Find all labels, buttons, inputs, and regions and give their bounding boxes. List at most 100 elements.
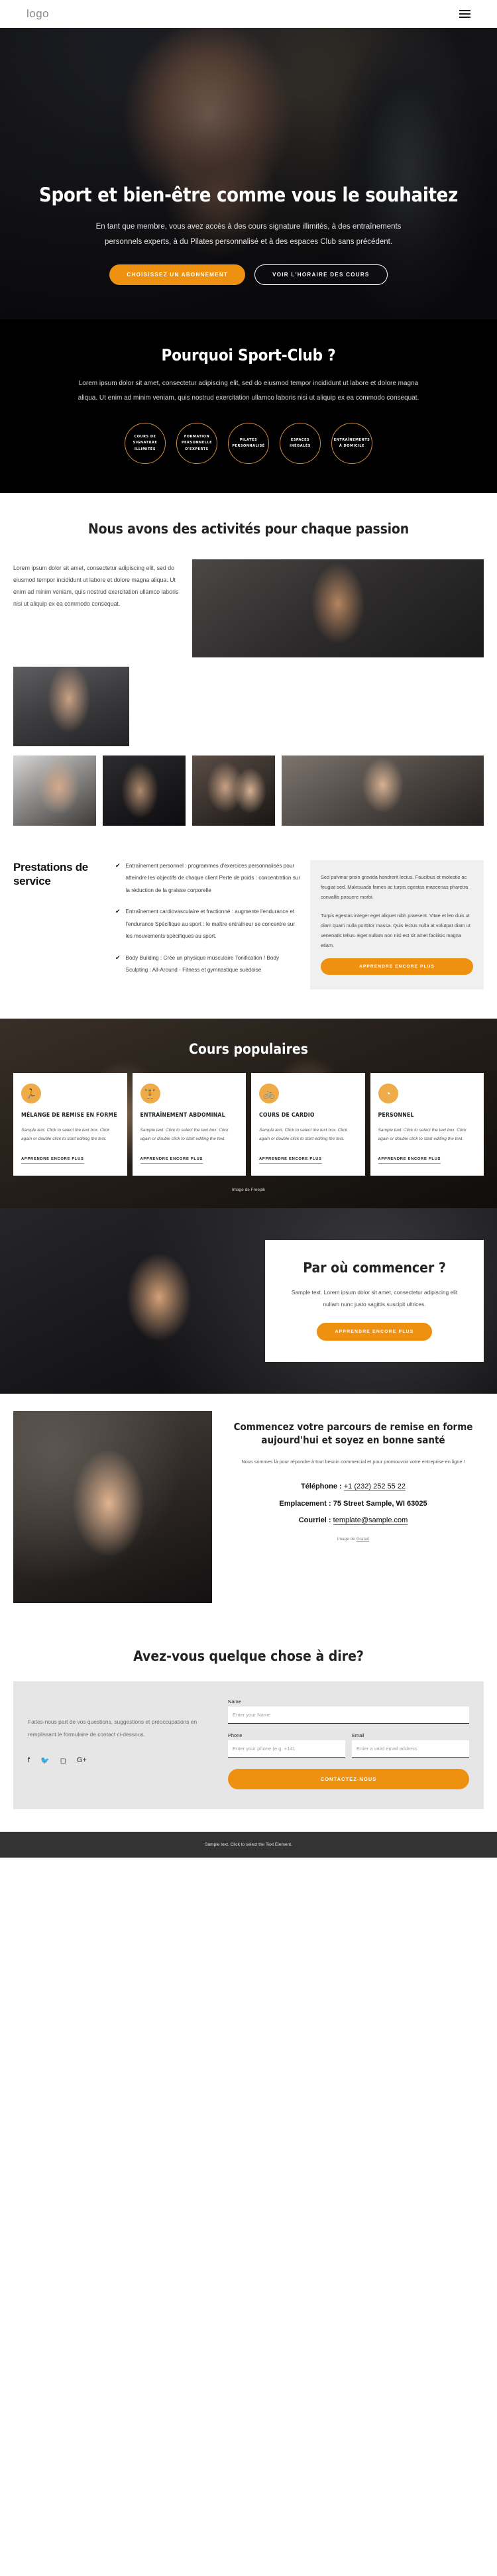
class-card-title: Personnel	[378, 1112, 414, 1119]
check-icon: ✔	[115, 862, 121, 869]
google-plus-icon[interactable]: G+	[77, 1756, 87, 1764]
class-card[interactable]: ◔ Personnel Sample text. Click to select…	[370, 1073, 484, 1176]
phone-input[interactable]	[228, 1740, 345, 1758]
contact-location-value: 75 Street Sample, WI 63025	[333, 1499, 427, 1508]
credit-link[interactable]: Gratuit	[357, 1537, 370, 1541]
contact-form-section: Avez-vous quelque chose à dire? Faites-n…	[0, 1623, 497, 1810]
runner-icon: 🏃	[21, 1084, 41, 1104]
contact-phone-label: Téléphone :	[300, 1483, 342, 1491]
get-started-button[interactable]: Apprendre encore plus	[316, 1322, 433, 1341]
service-item: ✔ Entraînement personnel : programmes d'…	[115, 860, 301, 897]
burger-line	[459, 13, 470, 15]
instagram-icon[interactable]: ◻	[60, 1756, 66, 1765]
site-header: logo	[0, 0, 497, 28]
burger-line	[459, 17, 470, 18]
activities-thumb-2	[103, 756, 186, 826]
popular-image-credit: Image de Freepik	[231, 1188, 266, 1193]
contact-phone-value[interactable]: +1 (232) 252 55 22	[343, 1483, 406, 1492]
activities-image-secondary	[13, 667, 129, 746]
site-footer: Sample text. Click to select the Text El…	[0, 1832, 497, 1858]
badge-signature-classes[interactable]: Cours de signature illimités	[125, 423, 166, 464]
activities-main-image	[192, 559, 484, 657]
class-card-title: Cours de cardio	[259, 1112, 315, 1119]
twitter-icon[interactable]: 🐦	[40, 1756, 50, 1765]
name-label: Name	[228, 1699, 241, 1705]
badge-pilates[interactable]: Pilates personnalisé	[228, 423, 269, 464]
service-item-text: Body Building : Crée un physique muscula…	[125, 954, 280, 974]
get-started-card: Par où commencer ? Sample text. Lorem ip…	[265, 1240, 484, 1362]
contact-email-label: Courriel :	[298, 1516, 331, 1524]
check-icon: ✔	[115, 954, 121, 961]
hero-buttons: Choisissez un abonnement Voir l'horaire …	[109, 264, 388, 285]
contact-email-line: Courriel : template@sample.com	[227, 1514, 480, 1528]
contact-phone-line: Téléphone : +1 (232) 252 55 22	[227, 1480, 480, 1494]
get-started-section: Par où commencer ? Sample text. Lorem ip…	[0, 1208, 497, 1394]
contact-email-value[interactable]: template@sample.com	[333, 1516, 408, 1525]
class-card[interactable]: 🏋 Entraînement abdominal Sample text. Cl…	[132, 1073, 246, 1176]
class-card[interactable]: 🚲 Cours de cardio Sample text. Click to …	[251, 1073, 365, 1176]
get-started-title: Par où commencer ?	[303, 1260, 446, 1276]
badge-home-training[interactable]: Entraînements à domicile	[331, 423, 372, 464]
contact-title: Commencez votre parcours de remise en fo…	[233, 1421, 473, 1447]
credit-prefix: Image de	[337, 1537, 355, 1542]
popular-classes-title: Cours populaires	[189, 1041, 308, 1058]
class-card-text: Sample text. Click to select the text bo…	[378, 1127, 467, 1141]
hero-section: Sport et bien-être comme vous le souhait…	[0, 28, 497, 319]
class-card[interactable]: 🏃 Mélange de remise en forme Sample text…	[13, 1073, 127, 1176]
services-list: ✔ Entraînement personnel : programmes d'…	[115, 860, 301, 986]
popular-classes-section: Cours populaires 🏃 Mélange de remise en …	[0, 1019, 497, 1209]
email-input[interactable]	[352, 1740, 469, 1758]
footer-text: Sample text. Click to select the Text El…	[205, 1842, 292, 1848]
hamburger-menu-icon[interactable]	[459, 10, 470, 18]
check-icon: ✔	[115, 908, 121, 915]
activities-title: Nous avons des activités pour chaque pas…	[88, 521, 409, 537]
class-card-link[interactable]: Apprendre encore plus	[140, 1157, 203, 1164]
services-title: Prestations de service	[13, 861, 88, 888]
activities-thumb-4	[282, 756, 484, 826]
why-badges: Cours de signature illimités Formation p…	[24, 423, 473, 464]
burger-line	[459, 10, 470, 11]
contact-image-credit: Image de Gratuit	[227, 1537, 480, 1541]
services-learn-more-button[interactable]: Apprendre encore plus	[321, 958, 473, 976]
class-card-title: Entraînement abdominal	[140, 1112, 225, 1119]
contact-info-section: Commencez votre parcours de remise en fo…	[0, 1394, 497, 1624]
name-input[interactable]	[228, 1707, 469, 1724]
class-card-text: Sample text. Click to select the text bo…	[21, 1127, 110, 1141]
service-item-text: Entraînement cardiovasculaire et fractio…	[125, 909, 296, 940]
class-card-text: Sample text. Click to select the text bo…	[140, 1127, 229, 1141]
why-paragraph: Lorem ipsum dolor sit amet, consectetur …	[78, 380, 419, 402]
badge-expert-training[interactable]: Formation personnelle d'experts	[176, 423, 217, 464]
activities-section: Nous avons des activités pour chaque pas…	[0, 493, 497, 826]
contact-us-submit-button[interactable]: Contactez-nous	[228, 1769, 469, 1790]
get-started-paragraph: Sample text. Lorem ipsum dolor sit amet,…	[291, 1289, 458, 1308]
service-item-text: Entraînement personnel : programmes d'ex…	[125, 863, 301, 893]
class-card-link[interactable]: Apprendre encore plus	[259, 1157, 322, 1164]
service-item: ✔ Body Building : Crée un physique muscu…	[115, 952, 301, 977]
bike-icon: 🚲	[259, 1084, 279, 1104]
email-label: Email	[352, 1732, 364, 1739]
services-section: Prestations de service ✔ Entraînement pe…	[0, 826, 497, 1019]
social-links: f 🐦 ◻ G+	[28, 1756, 213, 1765]
services-panel-paragraph-1: Sed pulvinar proin gravida hendrerit lec…	[321, 874, 469, 901]
dumbbell-icon: 🏋	[140, 1084, 160, 1104]
why-title: Pourquoi Sport-Club ?	[161, 346, 336, 364]
facebook-icon[interactable]: f	[28, 1756, 30, 1764]
service-item: ✔ Entraînement cardiovasculaire et fract…	[115, 906, 301, 942]
contact-form-title: Avez-vous quelque chose à dire?	[133, 1648, 364, 1665]
services-panel: Sed pulvinar proin gravida hendrerit lec…	[310, 860, 484, 990]
hero-title: Sport et bien-être comme vous le souhait…	[39, 184, 458, 207]
phone-label: Phone	[228, 1732, 243, 1739]
class-card-link[interactable]: Apprendre encore plus	[378, 1157, 441, 1164]
choose-subscription-button[interactable]: Choisissez un abonnement	[109, 264, 246, 285]
contact-location-label: Emplacement :	[279, 1499, 331, 1508]
why-section: Pourquoi Sport-Club ? Lorem ipsum dolor …	[0, 319, 497, 493]
class-card-link[interactable]: Apprendre encore plus	[21, 1157, 84, 1164]
logo[interactable]: logo	[27, 7, 49, 21]
class-card-title: Mélange de remise en forme	[21, 1112, 117, 1119]
contact-subtitle: Nous sommes là pour répondre à tout beso…	[241, 1458, 465, 1465]
badge-spaces[interactable]: Espaces inégalés	[280, 423, 321, 464]
class-schedule-button[interactable]: Voir l'horaire des cours	[254, 264, 388, 285]
hero-paragraph: En tant que membre, vous avez accès à de…	[95, 223, 402, 246]
services-panel-paragraph-2: Turpis egestas integer eget aliquet nibh…	[321, 912, 470, 949]
activities-thumb-3	[192, 756, 275, 826]
